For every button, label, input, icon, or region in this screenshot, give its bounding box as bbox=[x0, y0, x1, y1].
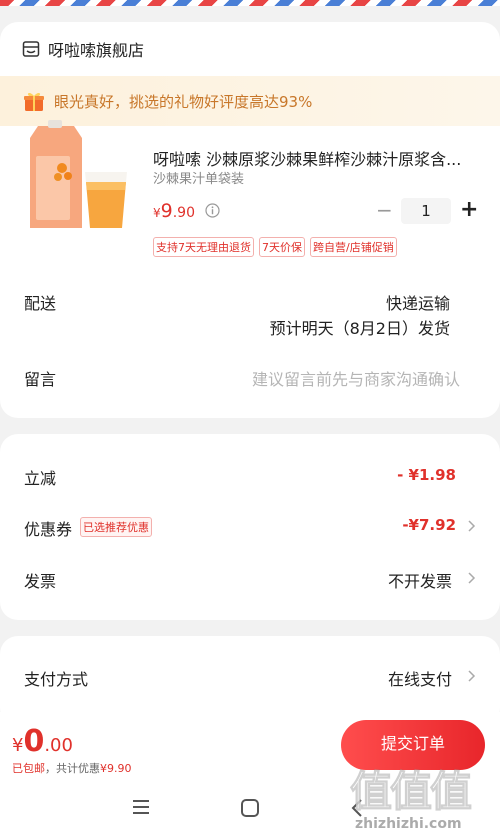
product-title[interactable]: 呀啦嗦 沙棘原浆沙棘果鲜榨沙棘汁原浆含... bbox=[153, 146, 483, 170]
promo-banner: 眼光真好，挑选的礼物好评度高达93% bbox=[0, 76, 500, 126]
product-price: ¥ 9 .90 bbox=[153, 200, 195, 222]
shop-row[interactable]: 呀啦嗦旗舰店 bbox=[22, 36, 144, 62]
watermark-url: zhizhizhi.com bbox=[355, 816, 462, 832]
chevron-right-icon[interactable] bbox=[466, 571, 476, 585]
shipping-note: 已包邮，共计优惠¥9.90 bbox=[12, 760, 132, 776]
home-icon[interactable] bbox=[239, 797, 261, 819]
total-price: ¥ 0 .00 bbox=[12, 724, 73, 759]
savings-label: ，共计优惠 bbox=[45, 762, 100, 775]
savings-amount: ¥9.90 bbox=[100, 762, 132, 775]
invoice-value[interactable]: 不开发票 bbox=[388, 568, 452, 592]
message-label: 留言 bbox=[24, 370, 57, 389]
coupon-badge: 已选推荐优惠 bbox=[80, 517, 152, 537]
chevron-right-icon[interactable] bbox=[466, 669, 476, 683]
coupon-label: 优惠券 bbox=[24, 520, 73, 539]
promo-text: 眼光真好，挑选的礼物好评度高达93% bbox=[54, 92, 313, 111]
info-icon[interactable] bbox=[205, 203, 220, 218]
delivery-eta: 预计明天（8月2日）发货 bbox=[269, 319, 450, 338]
chevron-right-icon[interactable] bbox=[466, 519, 476, 533]
delivery-label: 配送 bbox=[24, 294, 57, 313]
delivery-method[interactable]: 快递运输 bbox=[386, 290, 450, 314]
price-summary-card: 立减 - ¥1.98 优惠券 已选推荐优惠 -¥7.92 发票 不开发票 bbox=[0, 434, 500, 620]
menu-icon[interactable] bbox=[130, 796, 152, 818]
payment-label: 支付方式 bbox=[24, 670, 89, 689]
total-symbol: ¥ bbox=[12, 735, 24, 756]
discount-amount: - ¥1.98 bbox=[397, 466, 456, 484]
service-tag: 支持7天无理由退货 bbox=[153, 237, 254, 257]
free-shipping-label: 已包邮 bbox=[12, 762, 45, 775]
service-tags: 支持7天无理由退货 7天价保 跨自营/店铺促销 bbox=[153, 237, 397, 257]
discount-label: 立减 bbox=[24, 469, 57, 488]
payment-value[interactable]: 在线支付 bbox=[388, 666, 452, 690]
invoice-label: 发票 bbox=[24, 572, 57, 591]
product-image[interactable] bbox=[22, 120, 140, 232]
message-input[interactable]: 建议留言前先与商家沟通确认 bbox=[252, 366, 460, 390]
price-integer: 9 bbox=[160, 200, 173, 222]
decrement-button[interactable]: − bbox=[376, 200, 393, 220]
shop-icon bbox=[22, 41, 40, 57]
increment-button[interactable]: + bbox=[460, 198, 478, 222]
gift-icon bbox=[24, 92, 44, 111]
total-integer: 0 bbox=[23, 724, 45, 759]
product-spec: 沙棘果汁单袋装 bbox=[153, 172, 245, 187]
order-item-card: 呀啦嗦旗舰店 眼光真好，挑选的礼物好评度高达93% 呀啦嗦 沙棘原浆沙棘果鲜榨沙… bbox=[0, 22, 500, 418]
service-tag: 跨自营/店铺促销 bbox=[310, 237, 397, 257]
total-decimal: .00 bbox=[44, 735, 73, 756]
quantity-field[interactable]: 1 bbox=[401, 198, 451, 224]
coupon-amount[interactable]: -¥7.92 bbox=[402, 516, 456, 534]
price-symbol: ¥ bbox=[153, 206, 161, 220]
watermark-logo: 值值值 bbox=[349, 767, 472, 817]
airmail-border bbox=[0, 0, 500, 6]
service-tag: 7天价保 bbox=[259, 237, 305, 257]
price-decimal: .90 bbox=[172, 205, 195, 221]
shop-name: 呀啦嗦旗舰店 bbox=[48, 41, 145, 60]
